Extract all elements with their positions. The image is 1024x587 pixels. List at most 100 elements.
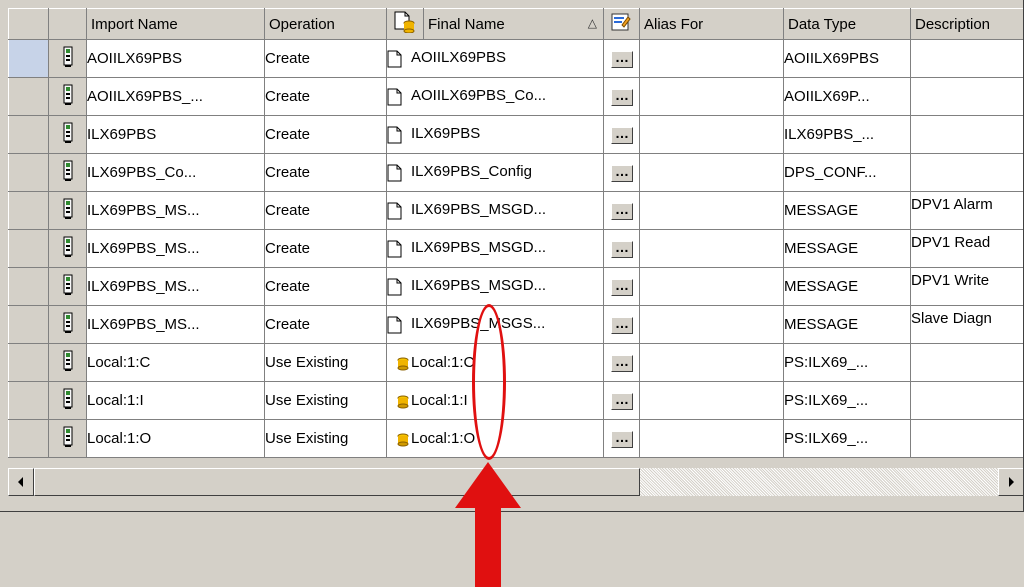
import-name-cell[interactable]: ILX69PBS_MS... — [86, 305, 265, 344]
properties-cell[interactable]: … — [603, 153, 640, 192]
column-header-final-icon[interactable] — [386, 8, 424, 40]
row-header[interactable] — [8, 77, 49, 116]
ellipsis-button[interactable]: … — [610, 88, 633, 106]
description-cell[interactable] — [910, 115, 1023, 154]
import-name-cell[interactable]: ILX69PBS_Co... — [86, 153, 265, 192]
row-header[interactable] — [8, 419, 49, 458]
alias-for-cell[interactable] — [639, 153, 784, 192]
import-name-cell[interactable]: AOIILX69PBS_... — [86, 77, 265, 116]
properties-cell[interactable]: … — [603, 343, 640, 382]
table-row[interactable]: ILX69PBS Create ILX69PBS… ILX69PBS_... — [8, 115, 1023, 154]
properties-cell[interactable]: … — [603, 115, 640, 154]
table-row[interactable]: AOIILX69PBS Create AOIILX69PBS… AOIILX69PBS — [8, 39, 1023, 78]
row-header[interactable] — [8, 267, 49, 306]
data-type-cell[interactable]: AOIILX69P... — [783, 77, 911, 116]
component-type-column-header[interactable] — [48, 8, 87, 40]
alias-for-cell[interactable] — [639, 267, 784, 306]
final-name-cell[interactable]: ILX69PBS_Config — [386, 153, 604, 192]
table-row[interactable]: Local:1:O Use Existing Local:1:O… PS:ILX69_… — [8, 419, 1023, 458]
ellipsis-button[interactable]: … — [610, 316, 633, 334]
properties-cell[interactable]: … — [603, 229, 640, 268]
row-header[interactable] — [8, 153, 49, 192]
alias-for-cell[interactable] — [639, 191, 784, 230]
alias-for-cell[interactable] — [639, 77, 784, 116]
import-name-cell[interactable]: ILX69PBS_MS... — [86, 191, 265, 230]
data-type-cell[interactable]: PS:ILX69_... — [783, 343, 911, 382]
ellipsis-button[interactable]: … — [610, 430, 633, 448]
properties-cell[interactable]: … — [603, 39, 640, 78]
import-name-cell[interactable]: Local:1:I — [86, 381, 265, 420]
column-header-operation[interactable]: Operation — [264, 8, 387, 40]
operation-cell[interactable]: Create — [264, 115, 387, 154]
scroll-left-button[interactable] — [8, 468, 34, 496]
final-name-cell[interactable]: AOIILX69PBS_Co... — [386, 77, 604, 116]
operation-cell[interactable]: Create — [264, 267, 387, 306]
final-name-cell[interactable]: ILX69PBS_MSGD... — [386, 229, 604, 268]
operation-cell[interactable]: Create — [264, 229, 387, 268]
operation-cell[interactable]: Create — [264, 77, 387, 116]
ellipsis-button[interactable]: … — [610, 164, 633, 182]
description-cell[interactable] — [910, 77, 1023, 116]
data-type-cell[interactable]: DPS_CONF... — [783, 153, 911, 192]
table-row[interactable]: ILX69PBS_MS... Create ILX69PBS_MSGD... … MES… — [8, 267, 1023, 306]
table-row[interactable]: AOIILX69PBS_... Create AOIILX69PBS_Co... … A… — [8, 77, 1023, 116]
operation-cell[interactable]: Use Existing — [264, 381, 387, 420]
data-type-cell[interactable]: MESSAGE — [783, 229, 911, 268]
import-name-cell[interactable]: ILX69PBS_MS... — [86, 229, 265, 268]
final-name-cell[interactable]: ILX69PBS_MSGD... — [386, 267, 604, 306]
alias-for-cell[interactable] — [639, 115, 784, 154]
ellipsis-button[interactable]: … — [610, 278, 633, 296]
operation-cell[interactable]: Use Existing — [264, 343, 387, 382]
data-type-cell[interactable]: MESSAGE — [783, 267, 911, 306]
description-cell[interactable] — [910, 153, 1023, 192]
row-header[interactable] — [8, 229, 49, 268]
table-row[interactable]: ILX69PBS_MS... Create ILX69PBS_MSGD... … MES… — [8, 229, 1023, 268]
operation-cell[interactable]: Create — [264, 305, 387, 344]
data-type-cell[interactable]: PS:ILX69_... — [783, 419, 911, 458]
description-cell[interactable]: Slave Diagn — [910, 305, 1023, 344]
operation-cell[interactable]: Create — [264, 191, 387, 230]
scroll-thumb[interactable] — [34, 468, 640, 496]
table-row[interactable]: ILX69PBS_MS... Create ILX69PBS_MSGS...… MES… — [8, 305, 1023, 344]
description-cell[interactable]: DPV1 Read — [910, 229, 1023, 268]
description-cell[interactable] — [910, 39, 1023, 78]
alias-for-cell[interactable] — [639, 229, 784, 268]
alias-for-cell[interactable] — [639, 39, 784, 78]
description-cell[interactable]: DPV1 Write — [910, 267, 1023, 306]
row-header[interactable] — [8, 115, 49, 154]
operation-cell[interactable]: Create — [264, 39, 387, 78]
operation-cell[interactable]: Use Existing — [264, 419, 387, 458]
alias-for-cell[interactable] — [639, 343, 784, 382]
description-cell[interactable]: DPV1 Alarm — [910, 191, 1023, 230]
properties-cell[interactable]: … — [603, 191, 640, 230]
column-header-alias-for[interactable]: Alias For — [639, 8, 784, 40]
scroll-track[interactable] — [640, 468, 998, 496]
column-header-final-name[interactable]: Final Name △ — [423, 8, 604, 40]
data-type-cell[interactable]: AOIILX69PBS — [783, 39, 911, 78]
final-name-cell[interactable]: ILX69PBS_MSGD... — [386, 191, 604, 230]
table-row[interactable]: Local:1:C Use Existing Local:1:C… PS:ILX69_… — [8, 343, 1023, 382]
data-type-cell[interactable]: PS:ILX69_... — [783, 381, 911, 420]
import-name-cell[interactable]: ILX69PBS_MS... — [86, 267, 265, 306]
data-type-cell[interactable]: ILX69PBS_... — [783, 115, 911, 154]
table-row[interactable]: Local:1:I Use Existing Local:1:I… PS:ILX69_… — [8, 381, 1023, 420]
import-name-cell[interactable]: Local:1:O — [86, 419, 265, 458]
final-name-cell[interactable]: ILX69PBS — [386, 115, 604, 154]
import-name-cell[interactable]: AOIILX69PBS — [86, 39, 265, 78]
data-type-cell[interactable]: MESSAGE — [783, 305, 911, 344]
ellipsis-button[interactable]: … — [610, 126, 633, 144]
ellipsis-button[interactable]: … — [610, 354, 633, 372]
column-header-data-type[interactable]: Data Type — [783, 8, 911, 40]
table-row[interactable]: ILX69PBS_Co... Create ILX69PBS_Config … DPS_… — [8, 153, 1023, 192]
row-header[interactable] — [8, 39, 49, 78]
column-header-description[interactable]: Description — [910, 8, 1023, 40]
row-header-corner[interactable] — [8, 8, 49, 40]
properties-cell[interactable]: … — [603, 419, 640, 458]
description-cell[interactable] — [910, 343, 1023, 382]
table-row[interactable]: ILX69PBS_MS... Create ILX69PBS_MSGD... … MES… — [8, 191, 1023, 230]
ellipsis-button[interactable]: … — [610, 50, 633, 68]
properties-cell[interactable]: … — [603, 77, 640, 116]
scroll-right-button[interactable] — [998, 468, 1023, 496]
column-header-import-name[interactable]: Import Name — [86, 8, 265, 40]
final-name-cell[interactable]: AOIILX69PBS — [386, 39, 604, 78]
